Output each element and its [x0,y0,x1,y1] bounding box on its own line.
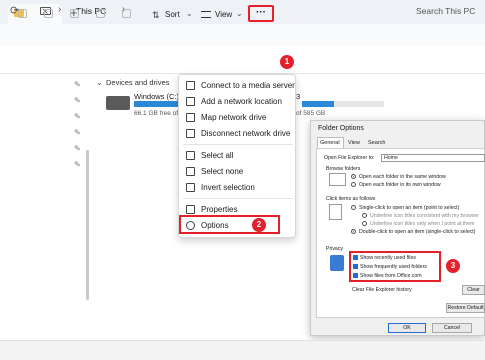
cut-icon[interactable] [18,9,27,18]
chevron-down-icon[interactable]: ⌄ [236,9,243,18]
properties-icon [186,205,195,214]
menu-item-map-network-drive[interactable]: Map network drive [179,110,297,126]
sort-icon[interactable]: ⇅ [152,10,160,21]
cursor-icon [329,204,342,220]
menu-item-invert-selection[interactable]: Invert selection [179,180,297,196]
radio-label: Open each folder in the same window [359,174,446,180]
step-badge-2: 2 [252,218,266,232]
pin-icon: ✎ [74,112,81,121]
rename-icon[interactable] [96,9,105,18]
status-bar [0,340,485,360]
menu-item-add-network-location[interactable]: Add a network location [179,94,297,110]
chevron-right-icon: › [58,4,62,15]
delete-icon[interactable] [122,9,131,18]
radio-same-window[interactable] [351,174,356,179]
checkbox-office-files[interactable] [353,273,358,278]
tab-search[interactable]: Search [368,140,385,146]
radio-underline-browser[interactable] [362,213,367,218]
paste-icon[interactable] [70,9,79,18]
network-drive-icon [186,113,195,122]
radio-label: Double-click to open an item (single-cli… [359,229,476,235]
drive-free-space: of 585 GB [296,110,326,117]
media-server-icon [186,81,195,90]
radio-label: Underline icon titles only when I point … [370,221,475,227]
pin-icon: ✎ [74,144,81,153]
invert-selection-icon [186,183,195,192]
radio-own-window[interactable] [351,182,356,187]
more-options-menu: Connect to a media server Add a network … [178,74,296,238]
search-input[interactable]: Search This PC [416,6,475,16]
open-explorer-value: Home [384,155,398,161]
privacy-label: Privacy [326,246,344,252]
menu-item-connect-media-server[interactable]: Connect to a media server [179,78,297,94]
disconnect-drive-icon [186,129,195,138]
view-button[interactable]: View [215,10,232,19]
browse-folders-label: Browse folders [326,166,361,172]
step-badge-1: 1 [280,55,294,69]
step-badge-3: 3 [446,259,460,273]
open-explorer-label: Open File Explorer to: [324,155,375,161]
group-header[interactable]: Devices and drives [106,78,169,87]
privacy-icon [330,255,344,271]
drive-free-space: 66.1 GB free of [134,110,179,117]
select-none-icon [186,167,195,176]
radio-underline-point[interactable] [362,221,367,226]
tab-general[interactable]: General [320,140,340,146]
click-items-label: Click items as follows [326,196,376,202]
scrollbar[interactable] [86,150,89,300]
pin-icon: ✎ [74,160,81,169]
drive-icon [106,96,130,110]
chevron-down-icon[interactable]: ⌄ [96,78,103,87]
checkbox-label: Show recently used files [360,255,416,261]
clear-button[interactable]: Clear [462,285,485,295]
checkbox-recent-files[interactable] [353,255,358,260]
drive-name[interactable]: Windows (C:) [134,92,179,101]
pin-icon: ✎ [74,96,81,105]
menu-item-select-none[interactable]: Select none [179,164,297,180]
checkbox-frequent-folders[interactable] [353,264,358,269]
radio-label: Single-click to open an item (point to s… [359,205,460,211]
checkbox-label: Show files from Office.com [360,273,422,279]
menu-divider [183,144,293,145]
menu-item-select-all[interactable]: Select all [179,148,297,164]
pin-icon: ✎ [74,80,81,89]
cancel-button[interactable]: Cancel [432,323,472,333]
browse-folders-icon [329,173,346,186]
clear-history-label: Clear File Explorer history [352,287,412,293]
tab-view[interactable]: View [348,140,360,146]
restore-defaults-button[interactable]: Restore Default [446,303,485,313]
more-options-button[interactable]: ··· [248,5,274,22]
address-bar [0,24,485,46]
menu-item-disconnect-network-drive[interactable]: Disconnect network drive [179,126,297,142]
view-icon[interactable] [201,11,211,18]
command-bar [0,46,485,74]
copy-icon[interactable] [44,9,53,18]
radio-label: Open each folder in its own window [359,182,441,188]
chevron-down-icon[interactable]: ⌄ [186,9,193,18]
pin-icon: ✎ [74,128,81,137]
dialog-title: Folder Options [318,125,364,132]
select-all-icon [186,151,195,160]
checkbox-label: Show frequently used folders [360,264,427,270]
radio-label: Underline icon titles consistent with my… [370,213,479,219]
radio-single-click[interactable] [351,205,356,210]
sort-button[interactable]: Sort [165,10,180,19]
drive-usage-bar [302,101,334,107]
drive-usage-bar [134,101,180,107]
network-location-icon [186,97,195,106]
ok-button[interactable]: OK [388,323,426,333]
radio-double-click[interactable] [351,229,356,234]
menu-divider [183,198,293,199]
